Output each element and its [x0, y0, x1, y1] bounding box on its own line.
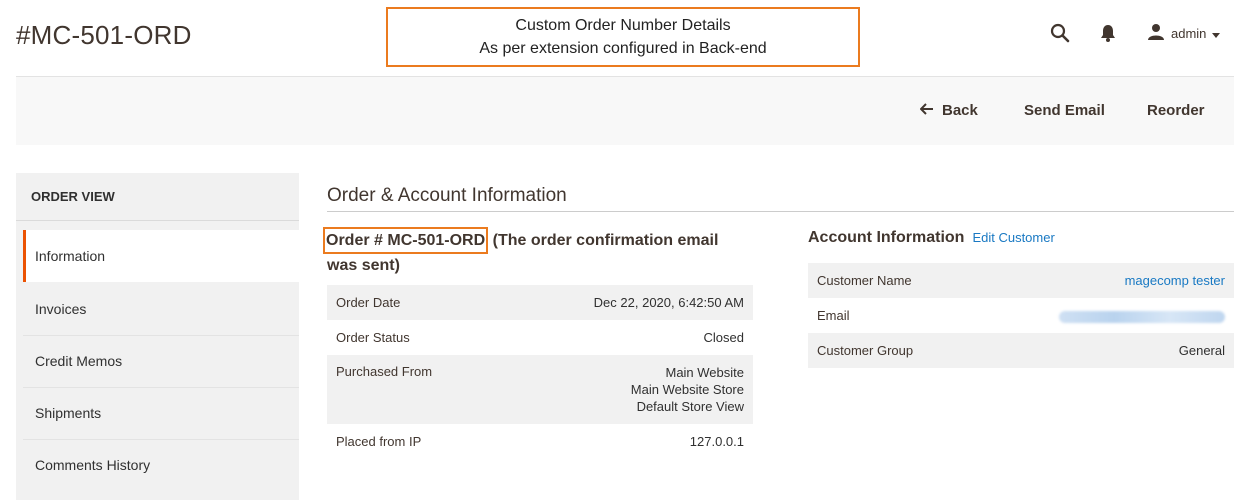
store-line: Main Website [665, 365, 744, 380]
account-info-heading: Account Information [808, 229, 965, 246]
reorder-button[interactable]: Reorder [1147, 102, 1205, 119]
row-value: Dec 22, 2020, 6:42:50 AM [593, 295, 744, 310]
row-value: General [1178, 343, 1225, 358]
sidebar-title: ORDER VIEW [16, 173, 299, 221]
back-button[interactable]: Back [919, 102, 978, 119]
row-label: Placed from IP [336, 434, 422, 449]
store-line: Main Website Store [630, 382, 744, 397]
row-value: Closed [703, 330, 744, 345]
row-label: Email [817, 308, 850, 323]
section-title: Order & Account Information [327, 185, 567, 206]
user-menu[interactable]: admin [1147, 22, 1221, 44]
row-label: Order Status [336, 330, 410, 345]
row-label: Customer Group [817, 343, 914, 358]
table-row: Customer Name magecomp tester [808, 263, 1234, 298]
search-icon[interactable] [1048, 21, 1072, 45]
arrow-left-icon [919, 102, 934, 119]
section-divider [327, 211, 1234, 212]
caret-down-icon [1212, 26, 1221, 41]
table-row: Order Date Dec 22, 2020, 6:42:50 AM [327, 285, 753, 320]
customer-name-link[interactable]: magecomp tester [1125, 272, 1225, 289]
table-row: Placed from IP 127.0.0.1 [327, 424, 753, 459]
send-email-button[interactable]: Send Email [1024, 102, 1105, 119]
table-row: Purchased From Main Website Main Website… [327, 355, 753, 424]
row-label: Order Date [336, 295, 401, 310]
order-heading: Order # MC-501-ORD (The order confirmati… [323, 227, 747, 277]
row-label: Purchased From [336, 364, 433, 379]
user-icon [1147, 23, 1165, 44]
row-value: 127.0.0.1 [689, 434, 744, 449]
page-title: #MC-501-ORD [16, 20, 192, 50]
order-number: Order # MC-501-ORD [323, 227, 489, 254]
callout-line-2: As per extension configured in Back-end [479, 40, 767, 57]
user-label: admin [1171, 25, 1207, 41]
email-link-redacted[interactable] [1059, 311, 1225, 323]
store-line: Default Store View [636, 399, 744, 414]
row-label: Customer Name [817, 273, 912, 288]
table-row: Order Status Closed [327, 320, 753, 355]
sidebar-item-invoices[interactable]: Invoices [23, 283, 299, 335]
sidebar-item-shipments[interactable]: Shipments [23, 387, 299, 439]
table-row: Customer Group General [808, 333, 1234, 368]
sidebar-item-information[interactable]: Information [23, 230, 299, 282]
edit-customer-link[interactable]: Edit Customer [972, 230, 1054, 245]
callout-annotation: Custom Order Number Details As per exten… [386, 7, 860, 67]
sidebar-item-credit-memos[interactable]: Credit Memos [23, 335, 299, 387]
back-label: Back [942, 102, 978, 119]
table-row: Email [808, 298, 1234, 333]
sidebar-item-comments-history[interactable]: Comments History [23, 439, 299, 491]
callout-line-1: Custom Order Number Details [515, 17, 731, 34]
account-info-title: Account Information Edit Customer [808, 229, 1055, 247]
bell-icon[interactable] [1098, 22, 1118, 44]
row-value: Main Website Main Website Store Default … [631, 364, 744, 424]
